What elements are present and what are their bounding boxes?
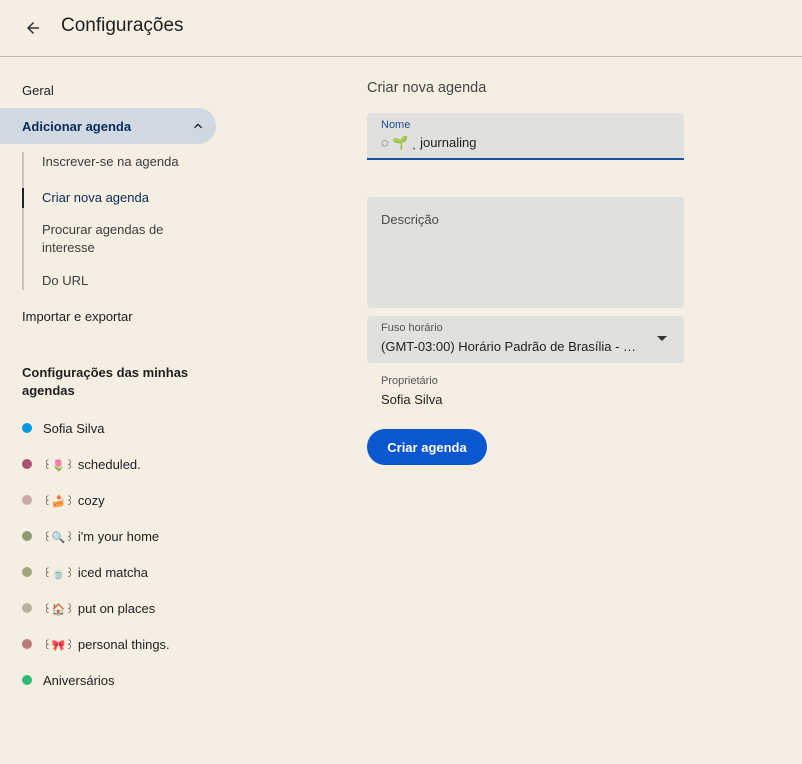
sidebar-item-label: Adicionar agenda	[22, 118, 132, 134]
description-placeholder: Descrição	[381, 212, 439, 227]
calendar-emoji-prefix: ꒰🏠꒱	[43, 603, 74, 616]
submenu-item-procurar-agendas[interactable]: Procurar agendas de interesse	[42, 221, 212, 257]
calendar-color-dot	[22, 495, 32, 505]
sidebar-item-geral[interactable]: Geral	[0, 72, 216, 108]
calendar-color-dot	[22, 459, 32, 469]
calendar-item[interactable]: ꒰🍵꒱ iced matcha	[0, 560, 216, 584]
sidebar-item-label: Importar e exportar	[22, 308, 133, 324]
owner-label: Proprietário	[381, 375, 438, 387]
calendar-item[interactable]: ꒰🍰꒱ cozy	[0, 488, 216, 512]
calendar-name: Sofia Silva	[43, 420, 105, 436]
submenu-active-indicator	[22, 188, 24, 208]
calendar-name: put on places	[77, 600, 156, 616]
description-field[interactable]: Descrição	[367, 197, 684, 308]
name-field-value[interactable]: ◌ 🌱 ˎ journaling	[381, 135, 476, 151]
calendar-item[interactable]: Aniversários	[0, 668, 216, 692]
submenu-rail	[22, 152, 24, 290]
owner-value: Sofia Silva	[381, 392, 443, 407]
create-calendar-button[interactable]: Criar agenda	[367, 429, 487, 465]
calendar-item[interactable]: ꒰🔍꒱ i'm your home	[0, 524, 216, 548]
calendar-name: cozy	[77, 492, 105, 508]
back-button[interactable]	[17, 12, 49, 44]
name-field[interactable]: Nome ◌ 🌱 ˎ journaling	[367, 113, 684, 160]
timezone-label: Fuso horário	[381, 322, 443, 334]
calendar-emoji-prefix: ꒰🍰꒱	[43, 495, 74, 508]
calendar-emoji-prefix: ꒰🌷꒱	[43, 459, 74, 472]
calendar-item[interactable]: Sofia Silva	[0, 416, 216, 440]
calendar-color-dot	[22, 531, 32, 541]
chevron-up-icon	[194, 123, 202, 129]
calendar-emoji-prefix: ꒰🍵꒱	[43, 567, 74, 580]
calendar-color-dot	[22, 675, 32, 685]
calendar-name: Aniversários	[43, 672, 115, 688]
top-bar: Configurações	[0, 0, 802, 57]
section-title-minhas-agendas: Configurações das minhas agendas	[22, 365, 189, 398]
calendar-color-dot	[22, 567, 32, 577]
calendar-color-dot	[22, 423, 32, 433]
calendar-name: i'm your home	[77, 528, 160, 544]
dropdown-arrow-icon	[657, 336, 667, 341]
calendar-name: scheduled.	[77, 456, 141, 472]
submenu-item-criar-nova-agenda[interactable]: Criar nova agenda	[42, 189, 212, 207]
timezone-select[interactable]: Fuso horário (GMT-03:00) Horário Padrão …	[367, 316, 684, 363]
calendar-name: personal things.	[77, 636, 170, 652]
calendar-emoji-prefix: ꒰🎀꒱	[43, 639, 74, 652]
sidebar-item-adicionar-agenda[interactable]: Adicionar agenda	[0, 108, 216, 144]
arrow-left-icon	[27, 22, 39, 34]
form-title: Criar nova agenda	[367, 80, 487, 96]
sidebar-item-importar-exportar[interactable]: Importar e exportar	[0, 298, 216, 334]
timezone-value: (GMT-03:00) Horário Padrão de Brasília -…	[381, 339, 643, 354]
calendar-emoji-prefix: ꒰🔍꒱	[43, 531, 74, 544]
calendar-item[interactable]: ꒰🌷꒱ scheduled.	[0, 452, 216, 476]
name-field-label: Nome	[381, 119, 411, 131]
calendar-color-dot	[22, 603, 32, 613]
calendar-color-dot	[22, 639, 32, 649]
calendar-item[interactable]: ꒰🏠꒱ put on places	[0, 596, 216, 620]
sidebar-item-label: Geral	[22, 82, 54, 98]
submenu-item-do-url[interactable]: Do URL	[42, 272, 212, 290]
calendar-item[interactable]: ꒰🎀꒱ personal things.	[0, 632, 216, 656]
calendar-name: iced matcha	[77, 564, 148, 580]
submenu-item-inscrever[interactable]: Inscrever-se na agenda	[42, 153, 212, 171]
page-title: Configurações	[61, 15, 184, 36]
